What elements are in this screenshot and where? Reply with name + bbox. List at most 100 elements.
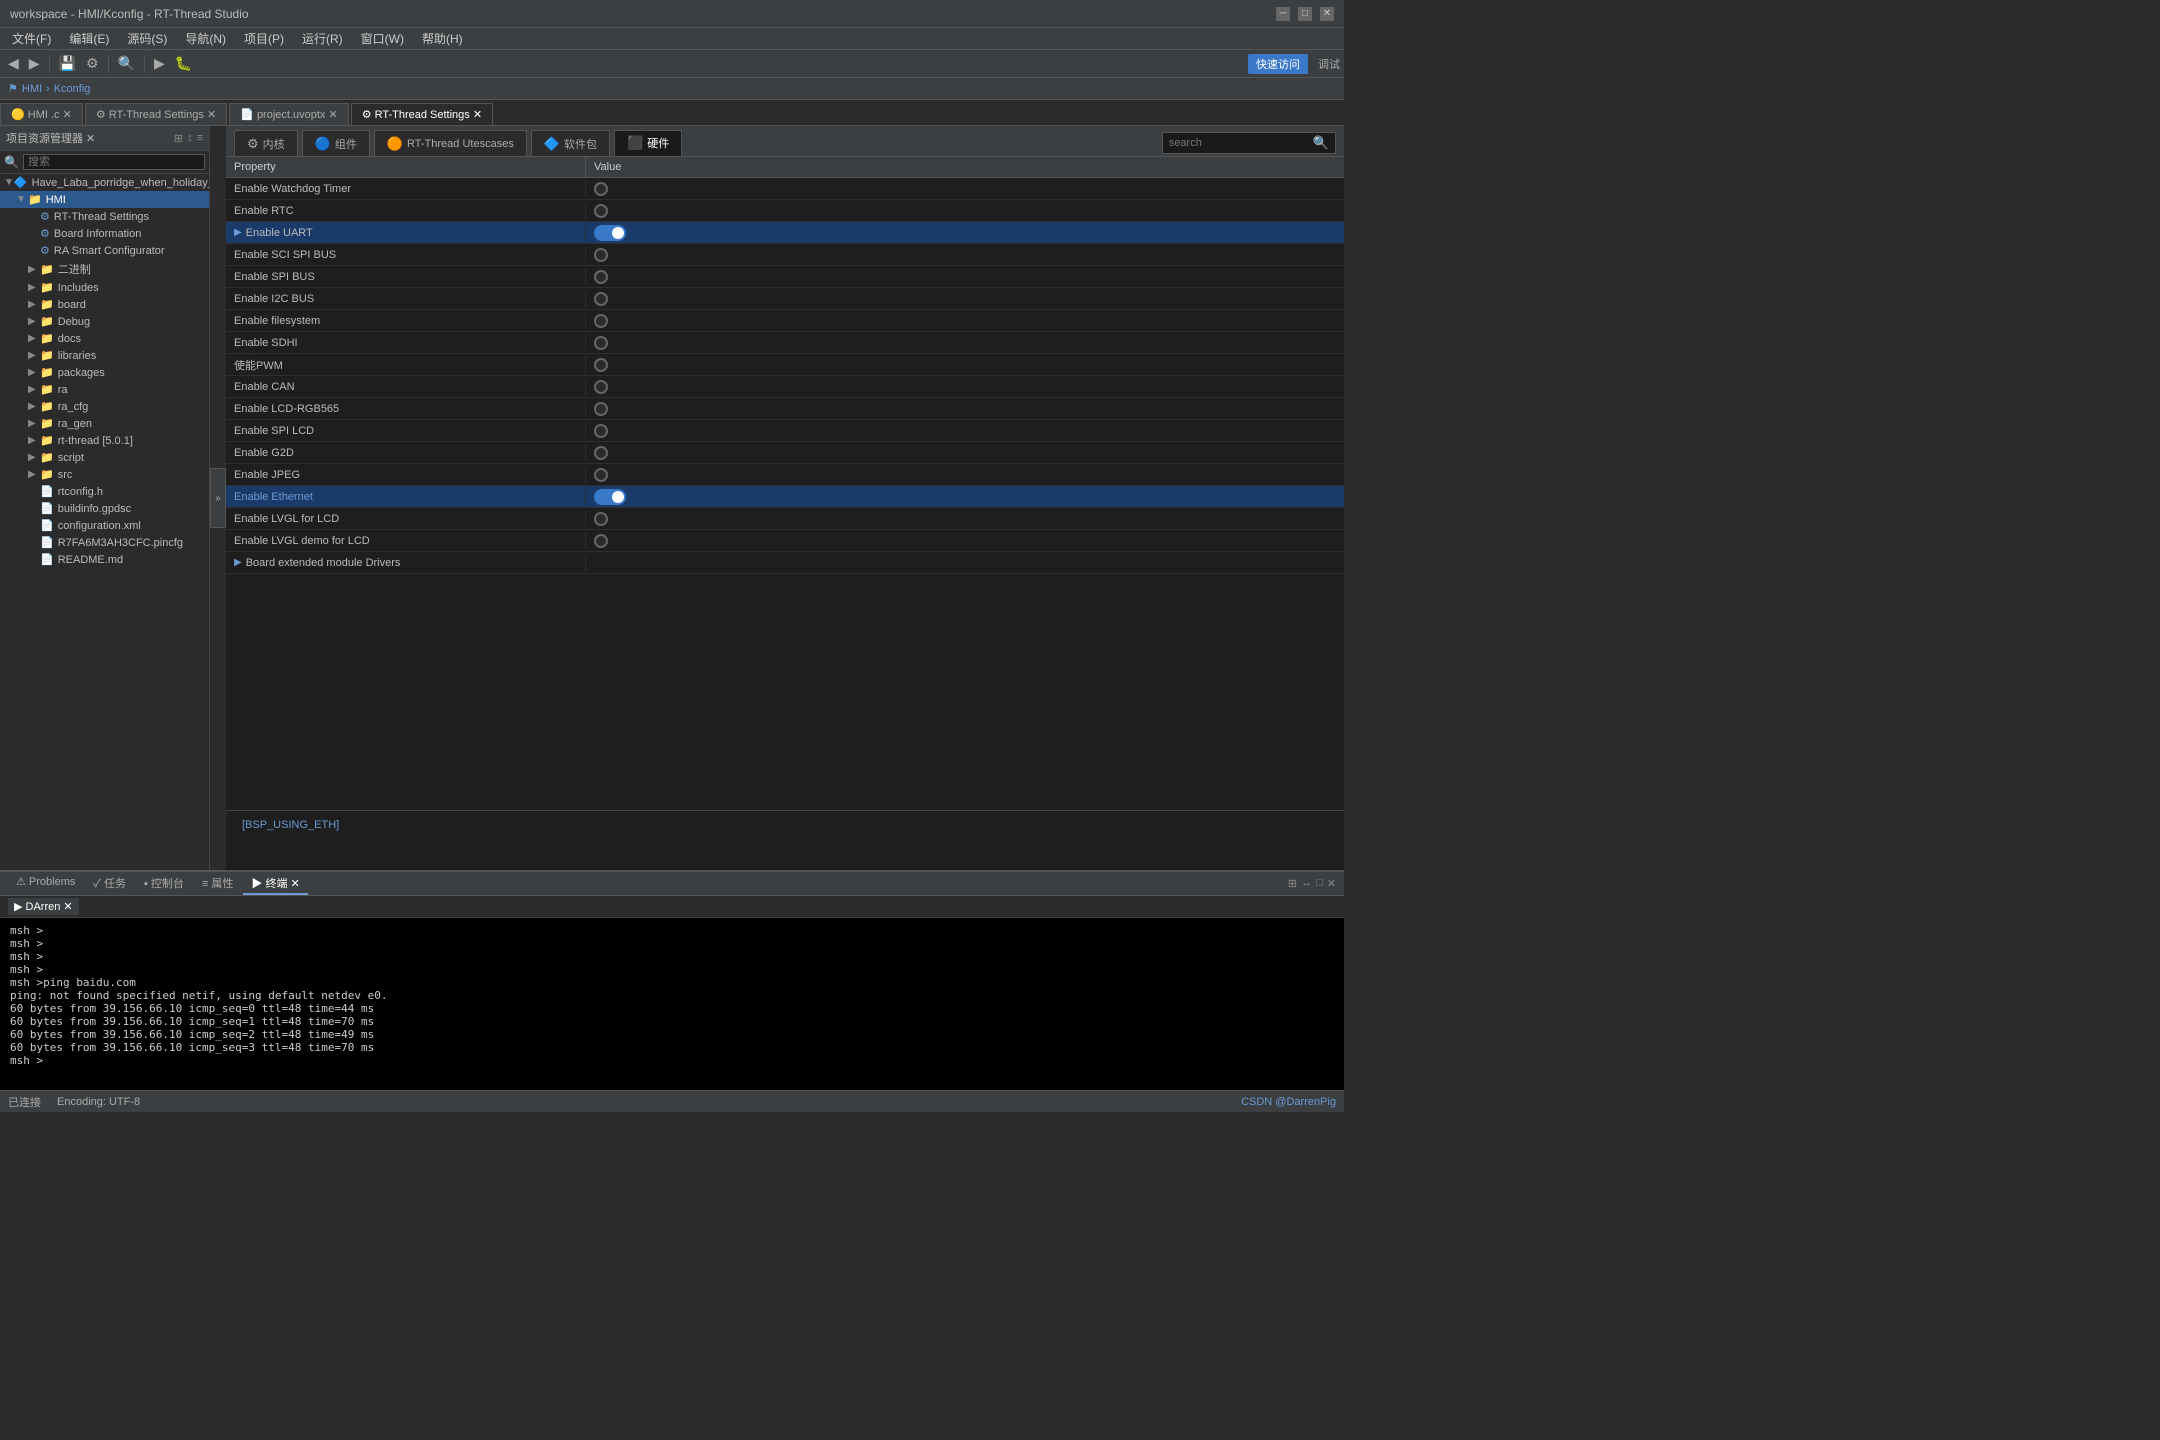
lvgl-radio[interactable] — [594, 512, 608, 526]
maximize-button[interactable]: □ — [1298, 7, 1312, 21]
menu-source[interactable]: 源码(S) — [119, 28, 175, 49]
row-g2d-value[interactable] — [586, 444, 1344, 462]
tab-packages[interactable]: 🔷 软件包 — [531, 130, 610, 156]
menu-edit[interactable]: 编辑(E) — [61, 28, 117, 49]
row-i2c-value[interactable] — [586, 290, 1344, 308]
row-board-ext[interactable]: ▶ Board extended module Drivers — [226, 552, 1344, 574]
tree-pincfg[interactable]: 📄 R7FA6M3AH3CFC.pincfg — [0, 534, 209, 551]
tab-utescases[interactable]: 🟠 RT-Thread Utescases — [374, 130, 527, 156]
panel-icon-2[interactable]: ↔ — [1301, 877, 1312, 890]
i2c-radio[interactable] — [594, 292, 608, 306]
tab-terminal[interactable]: ▶ 终端 ✕ — [243, 873, 307, 895]
row-spi-lcd[interactable]: Enable SPI LCD — [226, 420, 1344, 442]
toolbar-btn-3[interactable]: ⚙ — [82, 53, 103, 74]
pwm-radio[interactable] — [594, 358, 608, 372]
menu-navigate[interactable]: 导航(N) — [177, 28, 234, 49]
tree-packages[interactable]: ▶ 📁 packages — [0, 364, 209, 381]
row-can[interactable]: Enable CAN — [226, 376, 1344, 398]
row-pwm[interactable]: 使能PWM — [226, 354, 1344, 376]
row-rtc[interactable]: Enable RTC — [226, 200, 1344, 222]
breadcrumb-kconfig[interactable]: Kconfig — [54, 83, 91, 95]
tab-rt-thread-2[interactable]: ⚙ RT-Thread Settings ✕ — [351, 103, 493, 125]
row-eth-value[interactable] — [586, 487, 1344, 507]
row-spi-lcd-value[interactable] — [586, 422, 1344, 440]
toolbar-search[interactable]: 🔍 — [114, 53, 139, 74]
tree-rtconfig-h[interactable]: 📄 rtconfig.h — [0, 483, 209, 500]
sidebar-collapse-button[interactable]: » — [210, 468, 226, 528]
tree-config-xml[interactable]: 📄 configuration.xml — [0, 517, 209, 534]
tree-script[interactable]: ▶ 📁 script — [0, 449, 209, 466]
tree-binary[interactable]: ▶ 📁 二进制 — [0, 259, 209, 279]
tab-console[interactable]: ▪ 控制台 — [136, 873, 192, 895]
toolbar-btn-2[interactable]: ▶ — [25, 53, 44, 74]
can-radio[interactable] — [594, 380, 608, 394]
row-g2d[interactable]: Enable G2D — [226, 442, 1344, 464]
tab-problems[interactable]: ⚠ Problems — [8, 873, 83, 895]
eth-toggle[interactable] — [594, 489, 626, 505]
lcd-rgb-radio[interactable] — [594, 402, 608, 416]
fs-radio[interactable] — [594, 314, 608, 328]
menu-run[interactable]: 运行(R) — [294, 28, 351, 49]
row-fs-value[interactable] — [586, 312, 1344, 330]
menu-file[interactable]: 文件(F) — [4, 28, 59, 49]
tab-rt-thread-1[interactable]: ⚙ RT-Thread Settings ✕ — [85, 103, 227, 125]
uart-expand-arrow[interactable]: ▶ — [234, 227, 242, 238]
sidebar-icon-2[interactable]: ↕ — [187, 132, 193, 145]
terminal-content[interactable]: msh > msh > msh > msh > msh >ping baidu.… — [0, 918, 1344, 1090]
sdhi-radio[interactable] — [594, 336, 608, 350]
row-lcd-rgb-value[interactable] — [586, 400, 1344, 418]
sidebar-icon-1[interactable]: ⊞ — [174, 132, 183, 145]
tab-kernel[interactable]: ⚙ 内核 — [234, 130, 298, 156]
tab-properties[interactable]: ≡ 属性 — [194, 873, 241, 895]
row-jpeg-value[interactable] — [586, 466, 1344, 484]
quick-access[interactable]: 快速访问 — [1248, 54, 1308, 74]
tree-ra-cfg[interactable]: ▶ 📁 ra_cfg — [0, 398, 209, 415]
tree-buildinfo[interactable]: 📄 buildinfo.gpdsc — [0, 500, 209, 517]
uart-toggle[interactable] — [594, 225, 626, 241]
tree-readme[interactable]: 📄 README.md — [0, 551, 209, 568]
lvgl-demo-radio[interactable] — [594, 534, 608, 548]
tree-root-item[interactable]: ▼ 🔷 Have_Laba_porridge_when_holiday_come — [0, 174, 209, 191]
jpeg-radio[interactable] — [594, 468, 608, 482]
minimize-button[interactable]: ─ — [1276, 7, 1290, 21]
tree-rt-settings[interactable]: ⚙ RT-Thread Settings — [0, 208, 209, 225]
tab-components[interactable]: 🔵 组件 — [302, 130, 370, 156]
row-sdhi[interactable]: Enable SDHI — [226, 332, 1344, 354]
row-lvgl-demo[interactable]: Enable LVGL demo for LCD — [226, 530, 1344, 552]
row-sci-spi-value[interactable] — [586, 246, 1344, 264]
tree-hmi-item[interactable]: ▼ 📁 HMI — [0, 191, 209, 208]
tree-board[interactable]: ▶ 📁 board — [0, 296, 209, 313]
sidebar-search-input[interactable] — [23, 154, 205, 170]
sidebar-icon-3[interactable]: ≡ — [197, 132, 203, 145]
row-pwm-value[interactable] — [586, 356, 1344, 374]
menu-project[interactable]: 项目(P) — [236, 28, 292, 49]
row-lcd-rgb[interactable]: Enable LCD-RGB565 — [226, 398, 1344, 420]
tree-rt-thread[interactable]: ▶ 📁 rt-thread [5.0.1] — [0, 432, 209, 449]
terminal-tab-darren[interactable]: ▶ DArren ✕ — [8, 898, 79, 915]
toolbar-run[interactable]: ▶ — [150, 53, 169, 74]
tab-hardware[interactable]: ⬛ 硬件 — [614, 130, 682, 156]
row-lvgl-demo-value[interactable] — [586, 532, 1344, 550]
toolbar-debug[interactable]: 🐛 — [171, 53, 196, 74]
toolbar-save[interactable]: 💾 — [55, 53, 80, 74]
watchdog-radio[interactable] — [594, 182, 608, 196]
tree-docs[interactable]: ▶ 📁 docs — [0, 330, 209, 347]
row-lvgl[interactable]: Enable LVGL for LCD — [226, 508, 1344, 530]
row-uart-value[interactable] — [586, 223, 1344, 243]
close-button[interactable]: ✕ — [1320, 7, 1334, 21]
row-rtc-value[interactable] — [586, 202, 1344, 220]
tree-src[interactable]: ▶ 📁 src — [0, 466, 209, 483]
panel-icon-4[interactable]: ✕ — [1327, 877, 1336, 890]
row-can-value[interactable] — [586, 378, 1344, 396]
tree-debug[interactable]: ▶ 📁 Debug — [0, 313, 209, 330]
sci-spi-radio[interactable] — [594, 248, 608, 262]
row-eth-label[interactable]: Enable Ethernet — [226, 489, 586, 505]
row-sci-spi[interactable]: Enable SCI SPI BUS — [226, 244, 1344, 266]
panel-icon-1[interactable]: ⊞ — [1288, 877, 1297, 890]
tree-libraries[interactable]: ▶ 📁 libraries — [0, 347, 209, 364]
spi-radio[interactable] — [594, 270, 608, 284]
tree-ra[interactable]: ▶ 📁 ra — [0, 381, 209, 398]
menu-help[interactable]: 帮助(H) — [414, 28, 471, 49]
row-spi-value[interactable] — [586, 268, 1344, 286]
row-eth[interactable]: Enable Ethernet — [226, 486, 1344, 508]
